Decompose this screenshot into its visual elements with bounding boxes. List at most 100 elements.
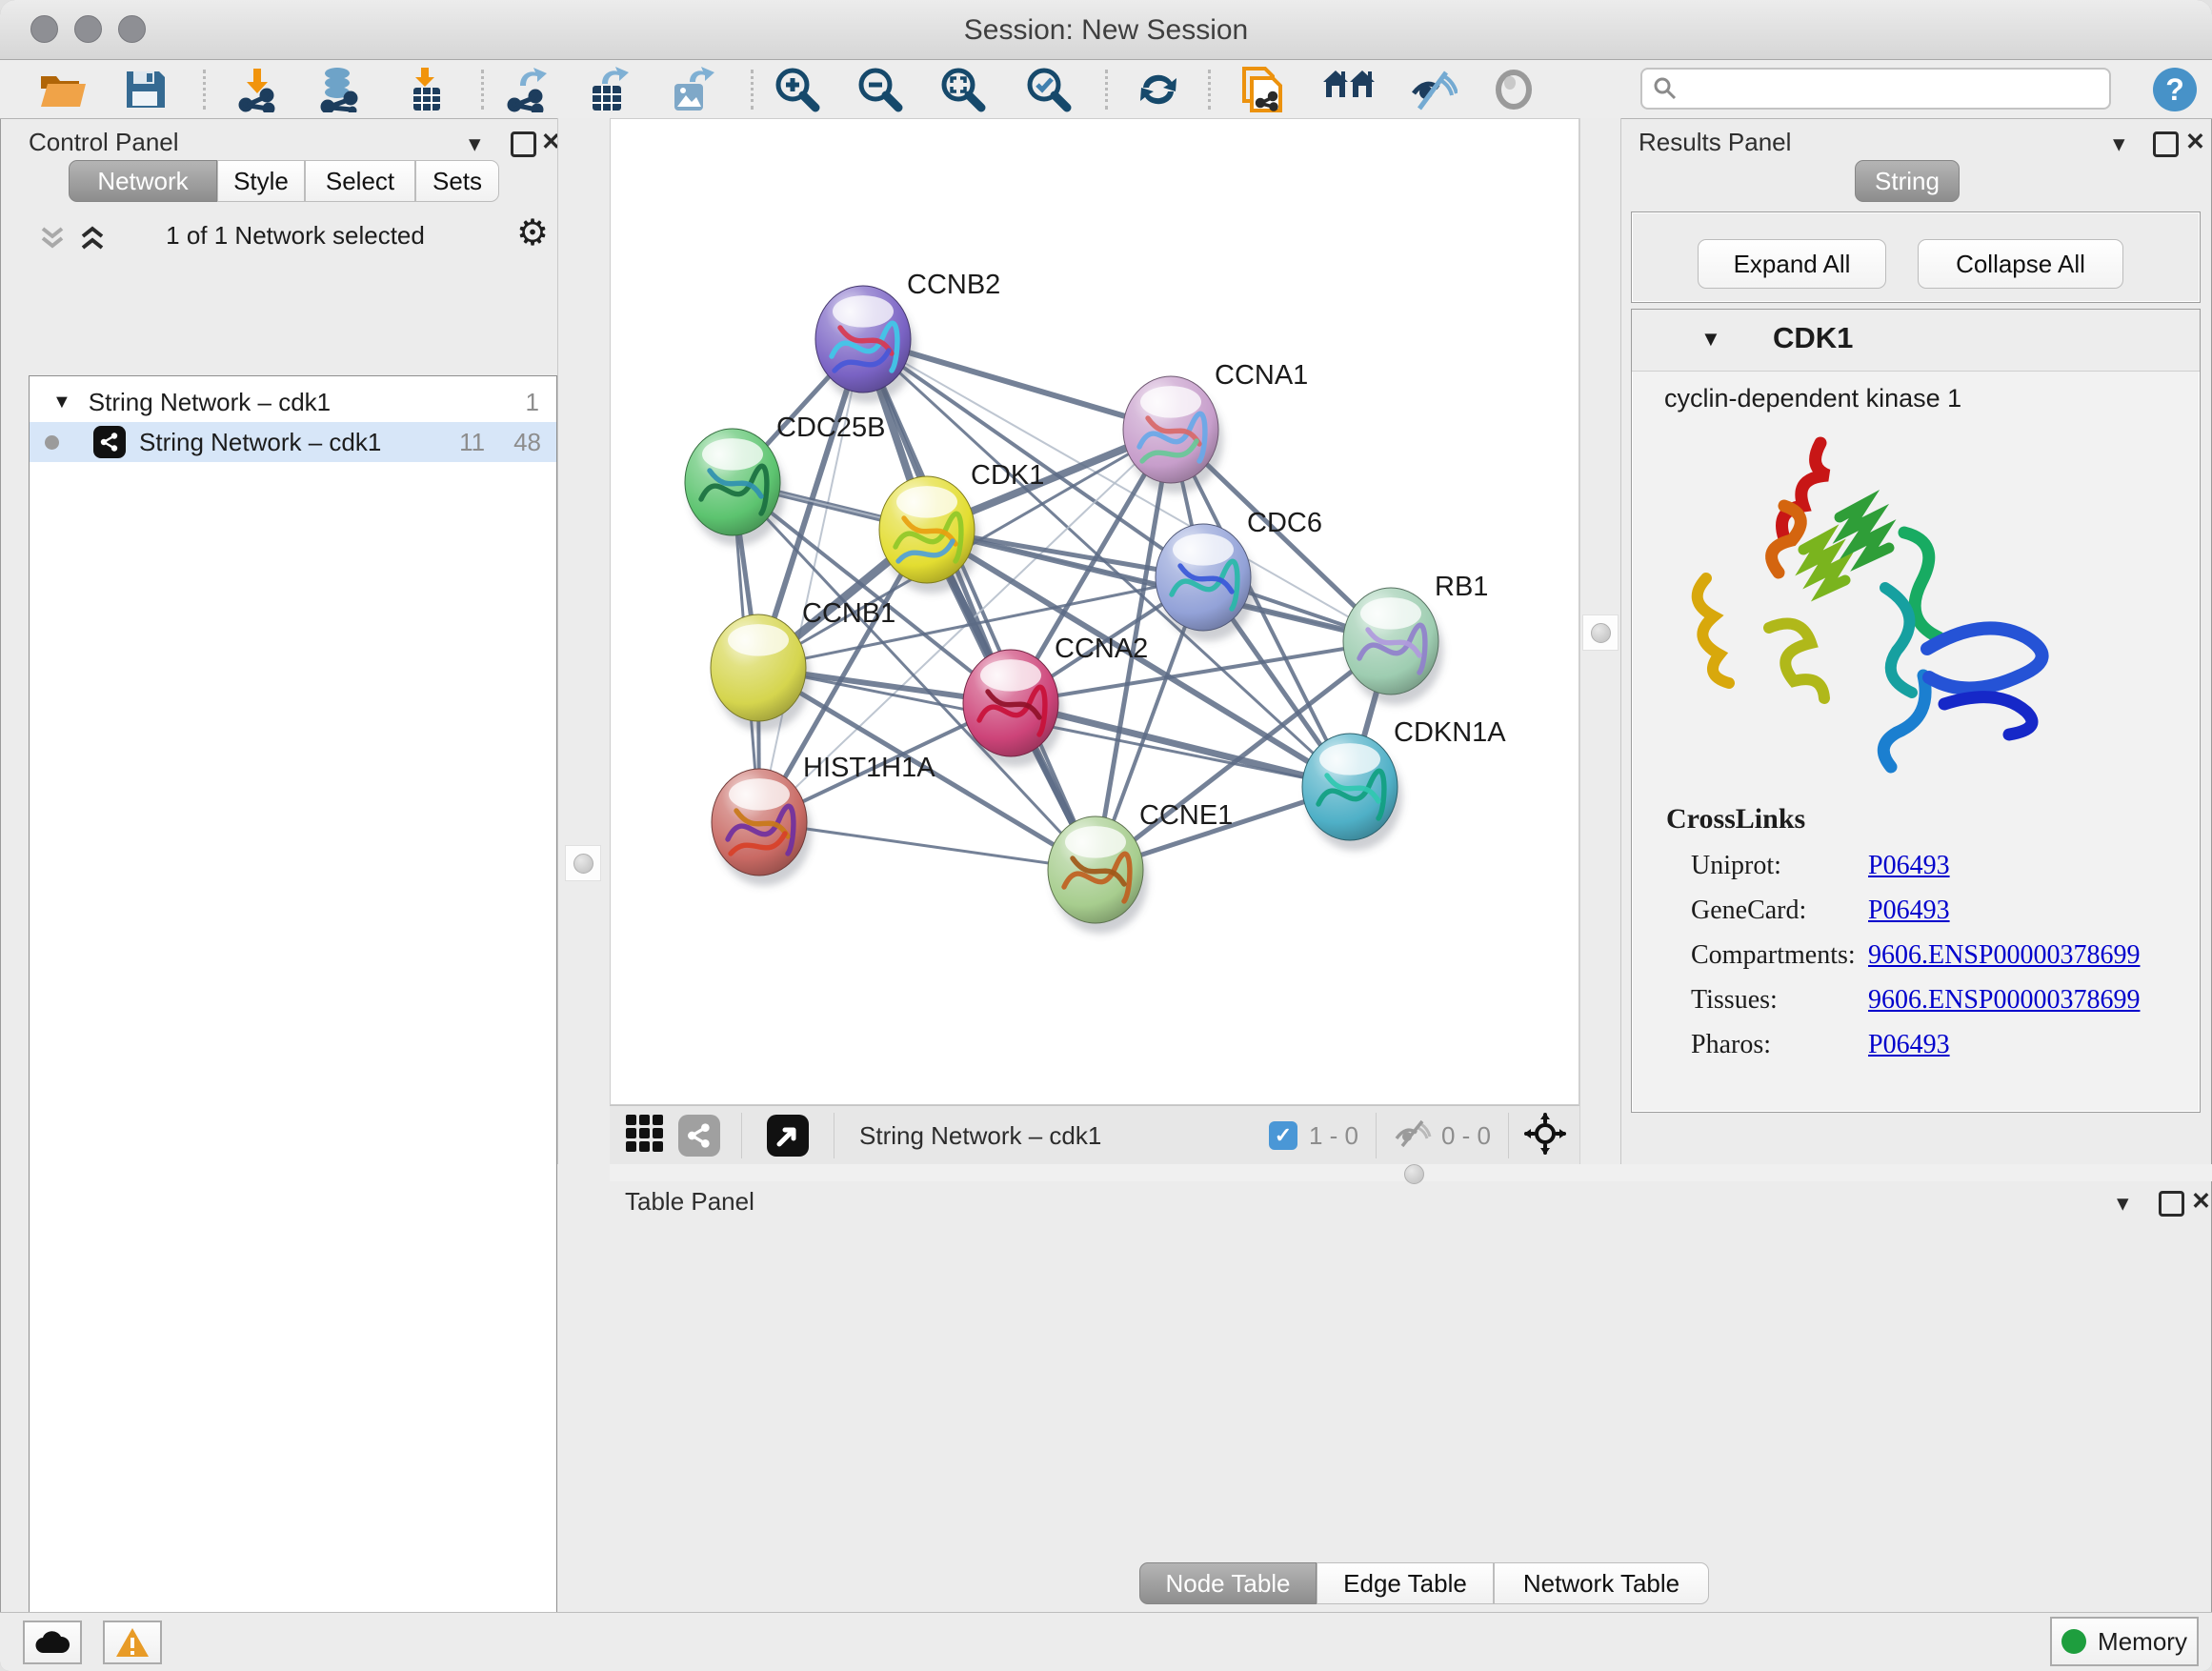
node-RB1[interactable]: RB1 xyxy=(1343,572,1488,705)
collection-expander-icon[interactable]: ▼ xyxy=(52,392,71,413)
gene-result-card: ▼ CDK1 cyclin-dependent kinase 1 xyxy=(1631,309,2201,1113)
search-icon xyxy=(1652,75,1679,102)
crosslink-label: Tissues: xyxy=(1691,977,1856,1022)
tab-network-table[interactable]: Network Table xyxy=(1494,1562,1709,1604)
left-splitter[interactable] xyxy=(557,118,612,1164)
network-selection-status: 1 of 1 Network selected xyxy=(124,221,467,251)
warnings-button[interactable] xyxy=(103,1621,162,1664)
tab-network[interactable]: Network xyxy=(69,160,217,202)
hidden-items-eye-icon[interactable] xyxy=(1394,1119,1432,1153)
crosslink-genecard[interactable]: P06493 xyxy=(1868,888,2140,933)
right-splitter[interactable] xyxy=(1579,118,1621,1164)
import-network-from-database-icon[interactable] xyxy=(314,68,364,111)
node-CCNB2[interactable]: CCNB2 xyxy=(815,270,1000,403)
maximize-panel-icon[interactable] xyxy=(511,131,536,157)
separator xyxy=(834,1113,835,1158)
gene-expander-icon[interactable]: ▼ xyxy=(1700,327,1721,352)
float-panel-icon[interactable]: ▾ xyxy=(2113,130,2125,158)
crosslink-tissues[interactable]: 9606.ENSP00000378699 xyxy=(1868,977,2140,1022)
right-splitter-handle[interactable] xyxy=(1582,614,1619,651)
network-options-gear-icon[interactable]: ⚙ xyxy=(516,211,549,254)
close-panel-icon[interactable]: ✕ xyxy=(2185,128,2205,156)
homes-icon[interactable] xyxy=(1322,68,1377,111)
detach-view-icon[interactable] xyxy=(767,1115,809,1157)
tab-edge-table[interactable]: Edge Table xyxy=(1317,1562,1494,1604)
toolbar-separator xyxy=(1105,70,1108,110)
node-label-CDK1: CDK1 xyxy=(971,460,1044,491)
tab-style[interactable]: Style xyxy=(217,160,305,202)
zoom-fit-icon[interactable] xyxy=(939,68,987,111)
birds-eye-view-icon[interactable] xyxy=(1524,1113,1566,1159)
selected-items-checkbox-icon[interactable]: ✓ xyxy=(1269,1121,1297,1150)
memory-label: Memory xyxy=(2098,1627,2187,1657)
network-collection-row[interactable]: ▼ String Network – cdk1 1 xyxy=(30,382,556,422)
cloud-button[interactable] xyxy=(23,1621,82,1664)
zoom-in-icon[interactable] xyxy=(774,68,821,111)
expand-all-networks-icon[interactable] xyxy=(76,225,109,258)
crosslink-compartments[interactable]: 9606.ENSP00000378699 xyxy=(1868,933,2140,977)
hide-panels-eye-icon[interactable] xyxy=(1408,68,1458,111)
node-HIST1H1A[interactable]: HIST1H1A xyxy=(712,753,935,886)
node-label-CCNA1: CCNA1 xyxy=(1215,360,1308,391)
window-title: Session: New Session xyxy=(0,14,2212,47)
import-table-icon[interactable] xyxy=(404,68,450,111)
memory-button[interactable]: Memory xyxy=(2050,1617,2199,1666)
float-panel-icon[interactable]: ▾ xyxy=(469,130,481,158)
tab-node-table[interactable]: Node Table xyxy=(1139,1562,1317,1604)
close-panel-icon[interactable]: ✕ xyxy=(2191,1187,2211,1216)
network-list: ▼ String Network – cdk1 1 String Network… xyxy=(29,375,557,1671)
horizontal-splitter[interactable] xyxy=(610,1164,2212,1181)
memory-status-icon xyxy=(2061,1629,2086,1654)
expand-all-button[interactable]: Expand All xyxy=(1698,239,1886,289)
node-label-CDKN1A: CDKN1A xyxy=(1394,717,1506,748)
save-session-icon[interactable] xyxy=(124,68,168,111)
annotation-share-icon[interactable] xyxy=(1238,68,1286,111)
gene-card-header[interactable]: ▼ CDK1 xyxy=(1632,310,2200,372)
refresh-icon[interactable] xyxy=(1134,68,1183,111)
hidden-node-edge-counts: 0 - 0 xyxy=(1441,1121,1491,1151)
export-network-icon[interactable] xyxy=(503,68,553,111)
network-share-view-icon[interactable] xyxy=(678,1115,720,1157)
network-bullet-icon xyxy=(45,435,59,450)
crosslink-label: GeneCard: xyxy=(1691,888,1856,933)
collapse-all-button[interactable]: Collapse All xyxy=(1918,239,2123,289)
search-input[interactable] xyxy=(1679,74,2092,104)
protein-structure-image xyxy=(1678,426,2078,786)
zoom-out-icon[interactable] xyxy=(856,68,904,111)
tab-string[interactable]: String xyxy=(1855,160,1960,202)
node-CDKN1A[interactable]: CDKN1A xyxy=(1302,717,1506,851)
crosslink-pharos[interactable]: P06493 xyxy=(1868,1022,2140,1067)
tab-select[interactable]: Select xyxy=(305,160,415,202)
export-image-icon[interactable] xyxy=(669,68,718,111)
network-row[interactable]: String Network – cdk1 11 48 xyxy=(30,422,556,462)
selected-node-edge-counts: 1 - 0 xyxy=(1309,1121,1358,1151)
network-view-toolbar: String Network – cdk1 ✓ 1 - 0 0 - 0 xyxy=(610,1105,1579,1165)
help-icon[interactable]: ? xyxy=(2151,68,2199,111)
maximize-panel-icon[interactable] xyxy=(2153,131,2179,157)
show-eye-icon[interactable] xyxy=(1490,68,1538,111)
gene-description: cyclin-dependent kinase 1 xyxy=(1664,384,1961,413)
zoom-selected-icon[interactable] xyxy=(1025,68,1073,111)
separator xyxy=(741,1113,742,1158)
toolbar-separator xyxy=(1208,70,1211,110)
export-table-icon[interactable] xyxy=(585,68,634,111)
gene-symbol: CDK1 xyxy=(1773,321,1853,355)
crosslink-uniprot[interactable]: P06493 xyxy=(1868,843,2140,888)
separator xyxy=(1376,1113,1377,1158)
network-canvas[interactable]: CCNB2CCNA1CDC25BCDK1CDC6RB1CCNB1CCNA2CDK… xyxy=(610,118,1579,1105)
toolbar-separator xyxy=(751,70,754,110)
grid-view-icon[interactable] xyxy=(625,1114,665,1158)
node-CCNB1[interactable]: CCNB1 xyxy=(711,598,895,732)
tab-sets[interactable]: Sets xyxy=(415,160,499,202)
float-panel-icon[interactable]: ▾ xyxy=(2117,1189,2129,1218)
import-network-icon[interactable] xyxy=(234,68,282,111)
maximize-panel-icon[interactable] xyxy=(2159,1191,2184,1217)
table-panel-title: Table Panel xyxy=(625,1187,754,1217)
open-session-icon[interactable] xyxy=(38,68,88,111)
node-label-CCNE1: CCNE1 xyxy=(1139,800,1233,831)
control-panel-title: Control Panel xyxy=(29,128,179,157)
collection-count: 1 xyxy=(526,388,539,417)
left-splitter-handle[interactable] xyxy=(565,845,601,881)
node-label-CDC25B: CDC25B xyxy=(776,413,885,443)
collapse-all-networks-icon[interactable] xyxy=(36,225,69,258)
